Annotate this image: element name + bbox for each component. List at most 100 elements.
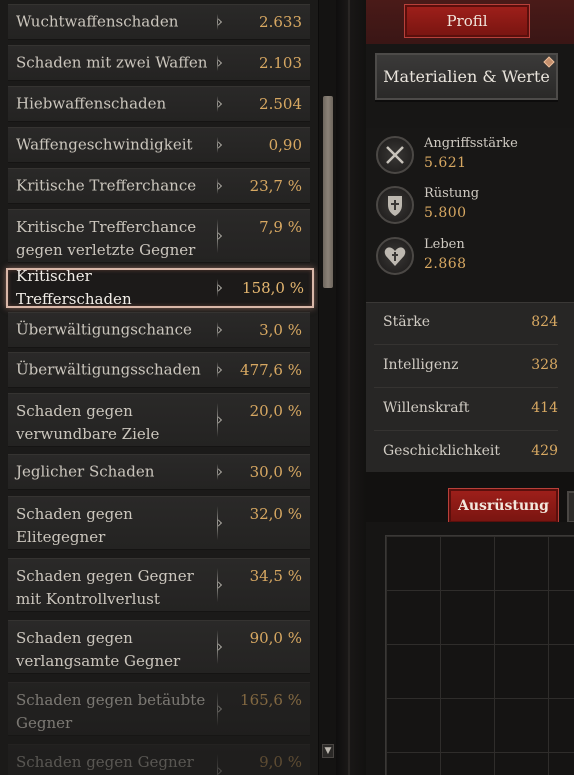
stat-label: Kritische Trefferchance gegen verletzte … bbox=[16, 218, 197, 259]
stat-divider bbox=[217, 14, 218, 30]
stat-label: Schaden gegen verlangsamte Gegner bbox=[16, 629, 181, 670]
stat-label: Überwältigungschance bbox=[16, 320, 192, 339]
stat-divider bbox=[217, 219, 218, 253]
top-band: Profil bbox=[366, 0, 574, 44]
core-stat-value: 414 bbox=[531, 400, 558, 416]
inventory-area bbox=[366, 522, 574, 775]
heart-icon bbox=[376, 237, 414, 275]
scroll-down-icon[interactable]: ▼ bbox=[322, 744, 334, 758]
stat-label: Schaden gegen Gegner mit Kontrollverlust bbox=[16, 567, 194, 608]
stat-label: Schaden gegen Gegner in bbox=[16, 753, 194, 771]
stat-row-slashing-weapon-damage[interactable]: Hiebwaffenschaden 2.504 bbox=[8, 86, 310, 122]
stat-value: 0,90 bbox=[268, 136, 302, 154]
stat-value: 90,0 % bbox=[249, 629, 302, 647]
attribute-armor[interactable]: Rüstung 5.800 bbox=[376, 184, 566, 228]
stat-value: 2.103 bbox=[259, 54, 302, 72]
materials-label: Materialien & Werte bbox=[383, 67, 550, 86]
stat-row-crit-damage[interactable]: Kritischer Trefferschaden 158,0 % bbox=[6, 267, 314, 308]
stat-value: 34,5 % bbox=[249, 567, 302, 585]
attribute-attack-power[interactable]: Angriffsstärke 5.621 bbox=[376, 134, 566, 178]
core-stat-label: Intelligenz bbox=[383, 357, 459, 373]
scroll-thumb[interactable] bbox=[323, 96, 333, 288]
tab-equipment[interactable]: Ausrüstung bbox=[448, 488, 559, 524]
stat-label: Schaden gegen betäubte Gegner bbox=[16, 691, 206, 732]
stat-label: Jeglicher Schaden bbox=[16, 462, 155, 481]
core-stat-willpower[interactable]: Willenskraft 414 bbox=[374, 389, 558, 431]
core-stat-label: Geschicklichkeit bbox=[383, 443, 500, 459]
stat-value: 2.633 bbox=[259, 13, 302, 31]
panel-divider bbox=[336, 0, 366, 775]
stat-label: Waffengeschwindigkeit bbox=[16, 135, 193, 154]
shield-icon bbox=[376, 186, 414, 224]
stat-row-vulnerable-damage[interactable]: Schaden gegen verwundbare Ziele 20,0 % bbox=[8, 393, 310, 447]
stat-row-crowd-control-damage[interactable]: Schaden gegen Gegner mit Kontrollverlust… bbox=[8, 558, 310, 612]
inventory-grid[interactable] bbox=[385, 535, 574, 775]
stat-divider bbox=[217, 692, 218, 726]
stat-divider bbox=[217, 403, 218, 437]
stat-value: 20,0 % bbox=[249, 402, 302, 420]
attribute-life[interactable]: Leben 2.868 bbox=[376, 235, 566, 279]
core-stat-label: Willenskraft bbox=[383, 400, 470, 416]
stats-scrollbar[interactable]: ▼ bbox=[318, 0, 336, 775]
stat-divider bbox=[217, 137, 218, 153]
stat-value: 158,0 % bbox=[242, 279, 304, 297]
stat-label: Hiebwaffenschaden bbox=[16, 94, 167, 113]
stat-divider bbox=[217, 322, 218, 338]
core-stat-value: 328 bbox=[531, 357, 558, 373]
stat-label: Schaden gegen verwundbare Ziele bbox=[16, 402, 160, 443]
stat-value: 23,7 % bbox=[249, 177, 302, 195]
stat-row-overpower-damage[interactable]: Überwältigungsschaden 477,6 % bbox=[8, 352, 310, 388]
attribute-value: 5.800 bbox=[424, 205, 467, 221]
stat-divider bbox=[217, 506, 218, 540]
stat-value: 477,6 % bbox=[240, 361, 302, 379]
stat-value: 9,0 % bbox=[259, 753, 302, 771]
attribute-label: Leben bbox=[424, 237, 465, 252]
stat-row-elite-damage[interactable]: Schaden gegen Elitegegner 32,0 % bbox=[8, 496, 310, 550]
attribute-label: Angriffsstärke bbox=[424, 136, 518, 151]
stat-label: Überwältigungsschaden bbox=[16, 360, 201, 379]
stat-row-stunned-damage[interactable]: Schaden gegen betäubte Gegner 165,6 % bbox=[8, 682, 310, 736]
stat-row-partial[interactable]: Schaden gegen Gegner in 9,0 % bbox=[8, 744, 310, 775]
stat-divider bbox=[217, 362, 218, 378]
stat-value: 32,0 % bbox=[249, 505, 302, 523]
stat-divider bbox=[217, 568, 218, 602]
stat-divider bbox=[217, 55, 218, 71]
stat-value: 165,6 % bbox=[240, 691, 302, 709]
stat-row-crit-chance[interactable]: Kritische Trefferchance 23,7 % bbox=[8, 168, 310, 204]
stat-value: 7,9 % bbox=[259, 218, 302, 236]
stat-divider bbox=[217, 630, 218, 664]
stat-value: 2.504 bbox=[259, 95, 302, 113]
stat-row-overpower-chance[interactable]: Überwältigungschance 3,0 % bbox=[8, 312, 310, 348]
attribute-label: Rüstung bbox=[424, 186, 480, 201]
stat-label: Schaden gegen Elitegegner bbox=[16, 505, 133, 546]
stat-label: Kritischer Trefferschaden bbox=[16, 267, 132, 308]
tab-next-partial[interactable] bbox=[567, 491, 574, 523]
stat-row-attack-speed[interactable]: Waffengeschwindigkeit 0,90 bbox=[8, 127, 310, 163]
stat-divider bbox=[217, 279, 218, 297]
character-panel: Profil Materialien & Werte Angriffsstärk… bbox=[366, 0, 574, 775]
core-stat-intelligence[interactable]: Intelligenz 328 bbox=[374, 346, 558, 388]
stat-row-slowed-damage[interactable]: Schaden gegen verlangsamte Gegner 90,0 % bbox=[8, 620, 310, 674]
stat-row-dual-wield-damage[interactable]: Schaden mit zwei Waffen 2.103 bbox=[8, 45, 310, 81]
stat-value: 3,0 % bbox=[259, 321, 302, 339]
core-stat-value: 429 bbox=[531, 443, 558, 459]
stat-divider bbox=[217, 96, 218, 112]
stat-value: 30,0 % bbox=[249, 463, 302, 481]
crossed-swords-icon bbox=[376, 136, 414, 174]
stat-row-blunt-weapon-damage[interactable]: Wuchtwaffenschaden 2.633 bbox=[8, 4, 310, 40]
stat-row-crit-chance-injured[interactable]: Kritische Trefferchance gegen verletzte … bbox=[8, 209, 310, 263]
core-stats: Stärke 824 Intelligenz 328 Willenskraft … bbox=[366, 302, 574, 472]
core-stat-value: 824 bbox=[531, 314, 558, 330]
new-indicator-icon bbox=[543, 56, 555, 68]
materials-and-stats-button[interactable]: Materialien & Werte bbox=[375, 53, 558, 100]
stat-divider bbox=[217, 178, 218, 194]
profile-button[interactable]: Profil bbox=[404, 4, 530, 38]
stat-divider bbox=[217, 754, 218, 775]
core-stat-dexterity[interactable]: Geschicklichkeit 429 bbox=[374, 432, 558, 474]
stats-panel: Wuchtwaffenschaden 2.633 Schaden mit zwe… bbox=[0, 0, 336, 775]
primary-attributes: Angriffsstärke 5.621 Rüstung 5.800 Leben… bbox=[366, 128, 574, 302]
core-stat-label: Stärke bbox=[383, 314, 431, 330]
stat-row-all-damage[interactable]: Jeglicher Schaden 30,0 % bbox=[8, 454, 310, 490]
stat-label: Kritische Trefferchance bbox=[16, 176, 197, 195]
core-stat-strength[interactable]: Stärke 824 bbox=[374, 303, 558, 345]
